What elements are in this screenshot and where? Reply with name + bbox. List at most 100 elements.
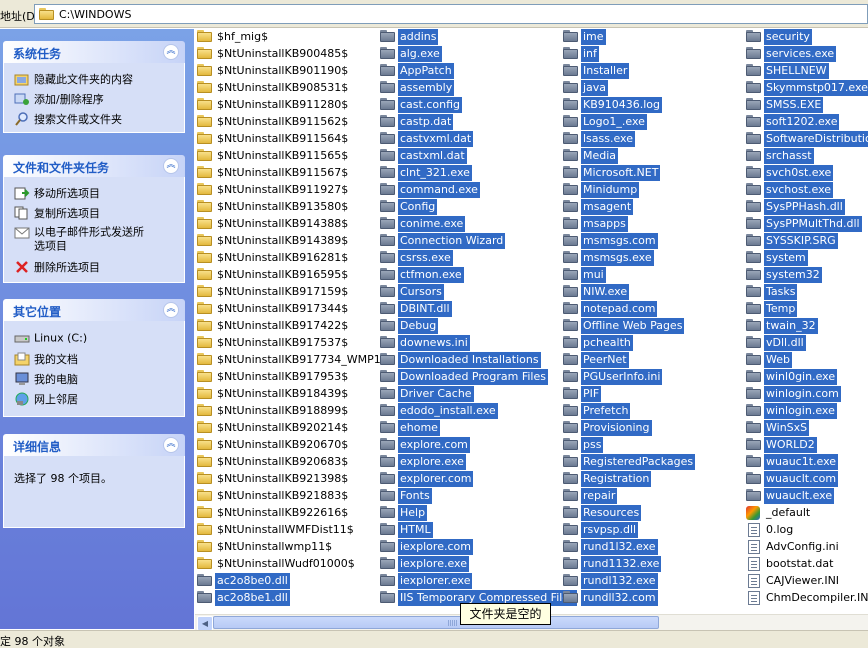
file-name: $NtUninstallKB911564$ [217,132,349,145]
file-name: $NtUninstallKB920214$ [217,421,349,434]
address-path: C:\WINDOWS [59,8,132,21]
folder-icon [380,302,396,316]
file-tasks-header[interactable]: 文件和文件夹任务 ︽ [3,155,185,177]
file-name: explore.com [398,437,470,453]
file-name: $NtUninstallWudf01000$ [217,557,355,570]
file-name: srchasst [764,148,814,164]
place-network[interactable]: 网上邻居 [14,391,78,407]
file-list[interactable]: $hf_mig$ $NtUninstallKB900485$ $NtUninstal… [195,29,868,615]
folder-icon [563,234,579,248]
file-name: HTML [398,522,433,538]
folder-icon [563,319,579,333]
file-name: Microsoft.NET [581,165,661,181]
place-my-documents[interactable]: 我的文档 [14,351,78,367]
folder-icon [380,251,396,265]
file-name: services.exe [764,46,837,62]
file-name: Driver Cache [398,386,474,402]
collapse-chevron-icon[interactable]: ︽ [163,302,179,318]
collapse-chevron-icon[interactable]: ︽ [163,158,179,174]
task-move-selected[interactable]: 移动所选项目 [14,185,100,201]
copy-icon [14,206,30,220]
file-name: Debug [398,318,439,334]
folder-icon [563,302,579,316]
file-name: vDll.dll [764,335,806,351]
file-name: Tasks [764,284,798,300]
file-name: AppPatch [398,63,454,79]
file-name: svchost.exe [764,182,834,198]
task-hide-folder-contents[interactable]: 隐藏此文件夹的内容 [14,71,133,87]
folder-icon [197,574,213,588]
file-name: RegisteredPackages [581,454,696,470]
folder-icon [197,336,213,350]
address-input[interactable]: C:\WINDOWS [34,4,868,24]
folder-icon [197,251,213,265]
file-name: $NtUninstallKB920683$ [217,455,349,468]
folder-icon [746,421,762,435]
task-delete-selected[interactable]: 删除所选项目 [14,259,100,275]
file-name: $NtUninstallKB913580$ [217,200,349,213]
file-name: ehome [398,420,440,436]
collapse-chevron-icon[interactable]: ︽ [163,437,179,453]
folder-icon [197,472,213,486]
folder-icon [380,591,396,605]
scroll-thumb[interactable] [213,616,659,629]
file-name: system32 [764,267,822,283]
scroll-left-icon[interactable]: ◀ [197,616,213,631]
document-icon [746,540,762,554]
file-name: rund1l32.exe [581,539,658,555]
file-name: iexplorer.exe [398,573,473,589]
folder-icon [197,200,213,214]
file-name: mui [581,267,606,283]
folder-icon [197,523,213,537]
folder-icon [380,81,396,95]
file-name: $NtUninstallKB922616$ [217,506,349,519]
file-name: $NtUninstallKB917344$ [217,302,349,315]
folder-icon [746,438,762,452]
file-name: wuauclt.exe [764,488,835,504]
folder-icon [197,591,213,605]
file-name: repair [581,488,618,504]
file-name: PeerNet [581,352,629,368]
folder-icon [380,200,396,214]
file-name: $NtUninstallKB918439$ [217,387,349,400]
drive-icon [14,331,30,345]
document-icon [746,557,762,571]
file-name: PIF [581,386,602,402]
file-name: $hf_mig$ [217,30,269,43]
task-add-remove-programs[interactable]: 添加/删除程序 [14,91,104,107]
file-name: iexplore.com [398,539,473,555]
system-tasks-header[interactable]: 系统任务 ︽ [3,41,185,63]
place-my-computer[interactable]: 我的电脑 [14,371,78,387]
other-places-header[interactable]: 其它位置 ︽ [3,299,185,321]
file-name: AdvConfig.ini [766,540,839,553]
file-name: Resources [581,505,642,521]
file-name: twain_32 [764,318,818,334]
file-name: lsass.exe [581,131,635,147]
folder-icon [380,64,396,78]
folder-icon [380,30,396,44]
file-folder-tasks-panel: 文件和文件夹任务 ︽ 移动所选项目 复制所选项目 以电子邮件形式发送所选项目 删… [3,155,185,283]
folder-icon [380,540,396,554]
file-name: DBINT.dll [398,301,452,317]
file-name: $NtUninstallWMFDist11$ [217,523,354,536]
file-name: SHELLNEW [764,63,829,79]
task-email-selected[interactable]: 以电子邮件形式发送所选项目 [14,225,154,252]
folder-icon [380,166,396,180]
collapse-chevron-icon[interactable]: ︽ [163,44,179,60]
folder-icon [746,81,762,95]
file-name: conime.exe [398,216,466,232]
file-name: Help [398,505,428,521]
file-name: Minidump [581,182,640,198]
file-name: Temp [764,301,798,317]
folder-icon [197,387,213,401]
place-linux-drive[interactable]: Linux (C:) [14,331,87,345]
task-search-files[interactable]: 搜索文件或文件夹 [14,111,122,127]
file-name: msapps [581,216,628,232]
details-header[interactable]: 详细信息 ︽ [3,434,185,456]
folder-icon [197,234,213,248]
file-name: msmsgs.exe [581,250,654,266]
folder-icon [197,217,213,231]
folder-icon [197,166,213,180]
task-copy-selected[interactable]: 复制所选项目 [14,205,100,221]
file-name: Registration [581,471,652,487]
